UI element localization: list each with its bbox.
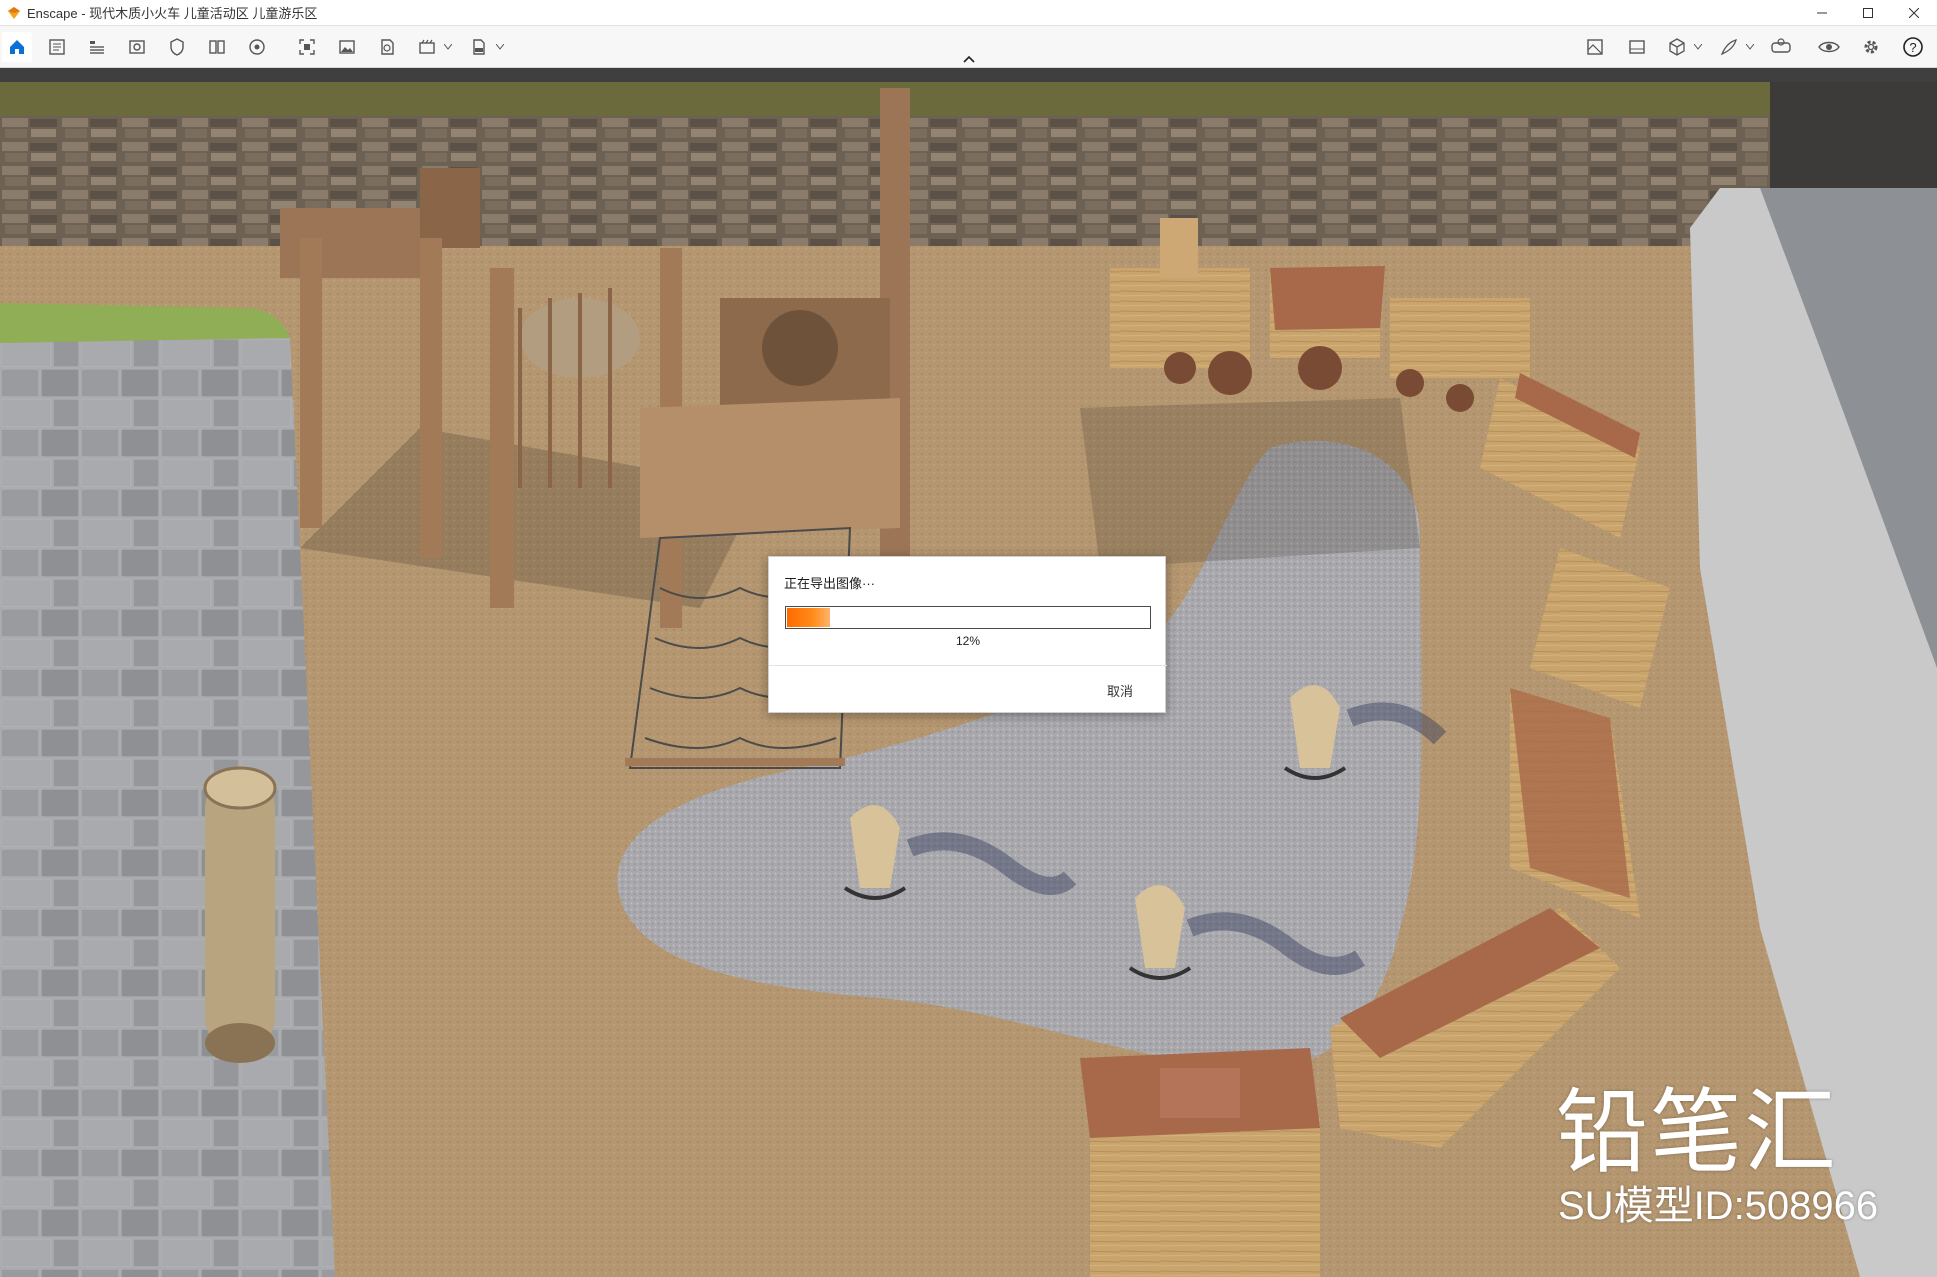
shield-button[interactable]	[162, 32, 192, 62]
video-icon	[419, 39, 435, 54]
image-gallery-button[interactable]	[1622, 32, 1652, 62]
image-gallery-icon	[1629, 40, 1645, 54]
export-progress-dialog: 正在导出图像··· 12% 取消	[768, 556, 1167, 713]
settings-wheel-icon	[249, 39, 265, 55]
help-icon: ?	[1903, 37, 1923, 57]
help-button[interactable]: ?	[1898, 32, 1928, 62]
watermark-model-id: SU模型ID:508966	[1558, 1184, 1879, 1228]
eye-icon	[1818, 41, 1840, 53]
vr-headset-button[interactable]	[1766, 32, 1796, 62]
progress-fill	[787, 608, 830, 627]
svg-text:?: ?	[1909, 40, 1916, 55]
enscape-logo-icon	[8, 6, 20, 19]
list-icon	[90, 41, 104, 54]
watermark-brand: 铅笔汇	[1556, 1079, 1839, 1186]
minimize-button[interactable]	[1799, 0, 1845, 26]
panorama-icon	[381, 39, 394, 55]
view-icon	[129, 40, 145, 54]
feather-button[interactable]	[1714, 32, 1756, 62]
cube-icon	[1669, 38, 1685, 56]
settings-wheel-button[interactable]	[242, 32, 272, 62]
asset-library-icon	[1587, 39, 1603, 55]
title-bar: Enscape - 现代木质小火车 儿童活动区 儿童游乐区	[0, 0, 1937, 26]
chevron-down-icon	[444, 44, 452, 50]
log-bench	[203, 766, 277, 1063]
dialog-divider	[769, 665, 1167, 666]
document-icon	[49, 39, 65, 55]
chevron-down-icon	[496, 44, 504, 50]
progress-percent-label: 12%	[955, 634, 981, 648]
maximize-button[interactable]	[1845, 0, 1891, 26]
image-button[interactable]	[332, 32, 362, 62]
window-title: Enscape - 现代木质小火车 儿童活动区 儿童游乐区	[27, 6, 318, 21]
video-button[interactable]	[412, 32, 454, 62]
gear-button[interactable]	[1856, 32, 1886, 62]
shield-icon	[170, 38, 184, 56]
image-icon	[339, 40, 355, 54]
collapse-toolbar-icon[interactable]	[962, 53, 976, 65]
home-button[interactable]	[2, 32, 32, 62]
close-button[interactable]	[1891, 0, 1937, 26]
book-button[interactable]	[202, 32, 232, 62]
capture-button[interactable]	[292, 32, 322, 62]
vr-headset-icon	[1771, 38, 1791, 53]
gear-icon	[1864, 40, 1878, 54]
window-controls	[1799, 0, 1937, 26]
home-icon	[10, 40, 24, 54]
cube-button[interactable]	[1662, 32, 1704, 62]
chevron-down-icon	[1746, 44, 1754, 50]
capture-icon	[299, 39, 315, 55]
toolbar: ?	[0, 26, 1937, 68]
cancel-button[interactable]: 取消	[1107, 681, 1133, 700]
view-button[interactable]	[122, 32, 152, 62]
dialog-title: 正在导出图像···	[784, 576, 875, 591]
progress-bar	[785, 606, 1151, 629]
list-button[interactable]	[82, 32, 112, 62]
eye-button[interactable]	[1814, 32, 1844, 62]
export-exe-button[interactable]	[464, 32, 506, 62]
book-icon	[209, 40, 225, 54]
feather-icon	[1720, 39, 1737, 56]
chevron-down-icon	[1694, 44, 1702, 50]
document-button[interactable]	[42, 32, 72, 62]
panorama-button[interactable]	[372, 32, 402, 62]
export-exe-icon	[473, 39, 485, 55]
asset-library-button[interactable]	[1580, 32, 1610, 62]
render-viewport[interactable]: 正在导出图像··· 12% 取消 铅笔汇 SU模型ID:508966	[0, 68, 1937, 1277]
